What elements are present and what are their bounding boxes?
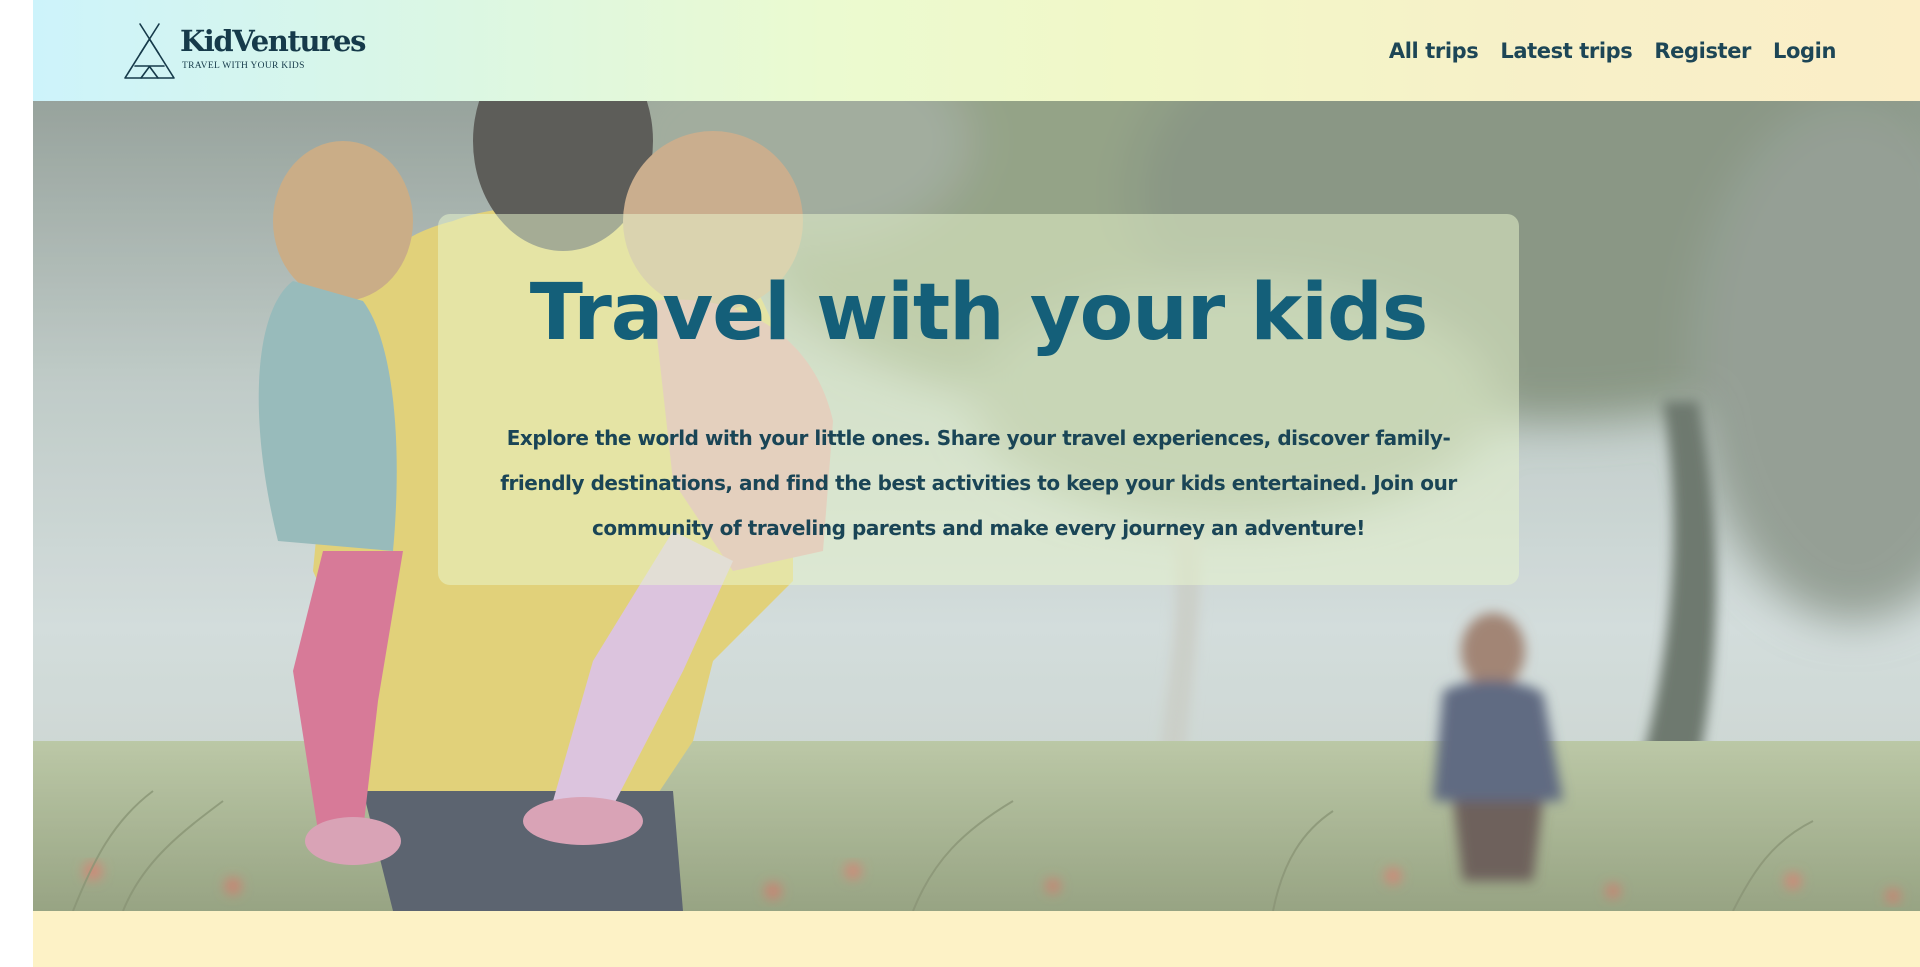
brand-tagline: TRAVEL WITH YOUR KIDS	[182, 61, 305, 71]
site-header: KidVentures TRAVEL WITH YOUR KIDS All tr…	[33, 0, 1920, 101]
page: KidVentures TRAVEL WITH YOUR KIDS All tr…	[33, 0, 1920, 967]
hero-card: Travel with your kids Explore the world …	[438, 214, 1519, 585]
nav-link-login[interactable]: Login	[1773, 33, 1836, 69]
teepee-icon	[124, 23, 175, 79]
nav-link-all-trips[interactable]: All trips	[1389, 33, 1479, 69]
brand-name: KidVentures	[180, 24, 366, 58]
brand-logo-link[interactable]: KidVentures TRAVEL WITH YOUR KIDS	[123, 22, 366, 80]
hero-title: Travel with your kids	[529, 268, 1429, 358]
footer-band	[33, 911, 1920, 967]
nav-link-register[interactable]: Register	[1654, 33, 1751, 69]
hero-description: Explore the world with your little ones.…	[500, 426, 1457, 540]
hero-section: Travel with your kids Explore the world …	[33, 101, 1920, 911]
nav-link-latest-trips[interactable]: Latest trips	[1500, 33, 1632, 69]
main-nav: All trips Latest trips Register Login	[1389, 33, 1837, 69]
